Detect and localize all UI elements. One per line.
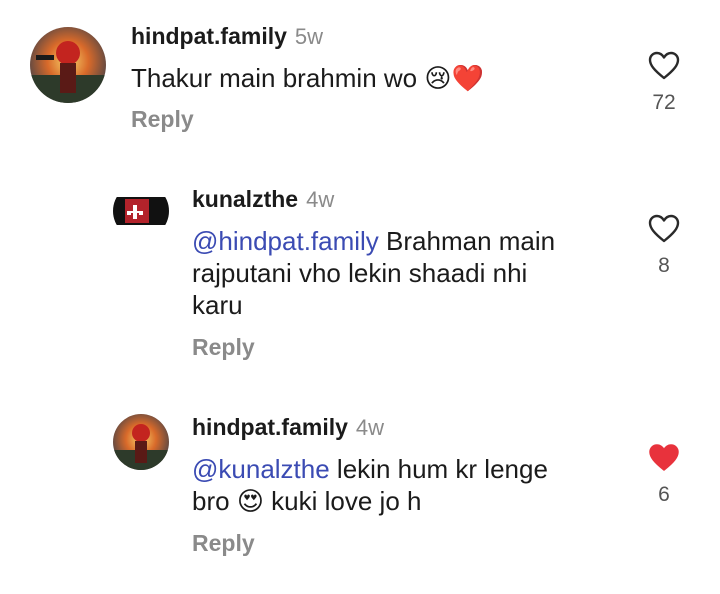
comment-line-1: @kunalzthe lekin hum kr lenge (192, 453, 622, 485)
reply-button[interactable]: Reply (192, 530, 255, 557)
heart-eyes-emoji: 😍 (236, 487, 264, 517)
username-text[interactable]: hindpat.family (192, 414, 348, 440)
user-avatar[interactable] (113, 414, 169, 470)
comment-body: Brahman main (378, 226, 556, 256)
avatar-swastik-icon (113, 183, 169, 239)
username-text[interactable]: kunalzthe (192, 186, 298, 212)
reply-button[interactable]: Reply (131, 106, 194, 133)
comment-line-2: rajputani vho lekin shaadi nhi (192, 258, 528, 288)
comment-text: @kunalzthe lekin hum kr lenge bro 😍 kuki… (192, 453, 622, 518)
reply-button[interactable]: Reply (192, 334, 255, 361)
username-text[interactable]: hindpat.family (131, 23, 287, 49)
heart-outline-icon[interactable] (648, 51, 680, 81)
comment-time: 4w (355, 415, 385, 440)
heart-filled-icon[interactable] (648, 443, 680, 473)
mention-link[interactable]: @hindpat.family (192, 226, 379, 256)
avatar-trishul-icon (30, 27, 106, 103)
heart-outline-icon[interactable] (648, 214, 680, 244)
like-count: 8 (658, 254, 670, 277)
comment-text: @hindpat.family Brahman main rajputani v… (192, 225, 622, 321)
comment-line-1: @hindpat.family Brahman main (192, 225, 622, 257)
comment-line-3: karu (192, 290, 243, 320)
user-avatar[interactable] (113, 183, 169, 239)
comment-body-part: kuki love jo h (271, 486, 422, 516)
comment-time: 5w (294, 24, 324, 49)
comment-username[interactable]: hindpat.family 5w (131, 23, 323, 50)
like-count: 72 (652, 91, 676, 114)
comment-username[interactable]: kunalzthe 4w (192, 186, 334, 213)
like-column: 72 (642, 51, 686, 115)
avatar-trishul-icon (113, 414, 169, 470)
mention-link[interactable]: @kunalzthe (192, 454, 330, 484)
like-column: 8 (642, 214, 686, 278)
user-avatar[interactable] (30, 27, 106, 103)
comment-text: Thakur main brahmin wo 😢❤️ (131, 62, 484, 95)
comment-body: lekin hum kr lenge (329, 454, 548, 484)
like-count: 6 (658, 483, 670, 506)
comment-time: 4w (306, 187, 335, 212)
comment-username[interactable]: hindpat.family 4w (192, 414, 384, 441)
like-column: 6 (642, 443, 686, 507)
comment-line-2: bro 😍 kuki love jo h (192, 485, 622, 518)
crying-heart-emoji: 😢❤️ (424, 64, 484, 94)
comment-body-part: bro (192, 486, 230, 516)
comment-body: Thakur main brahmin wo (131, 63, 418, 93)
